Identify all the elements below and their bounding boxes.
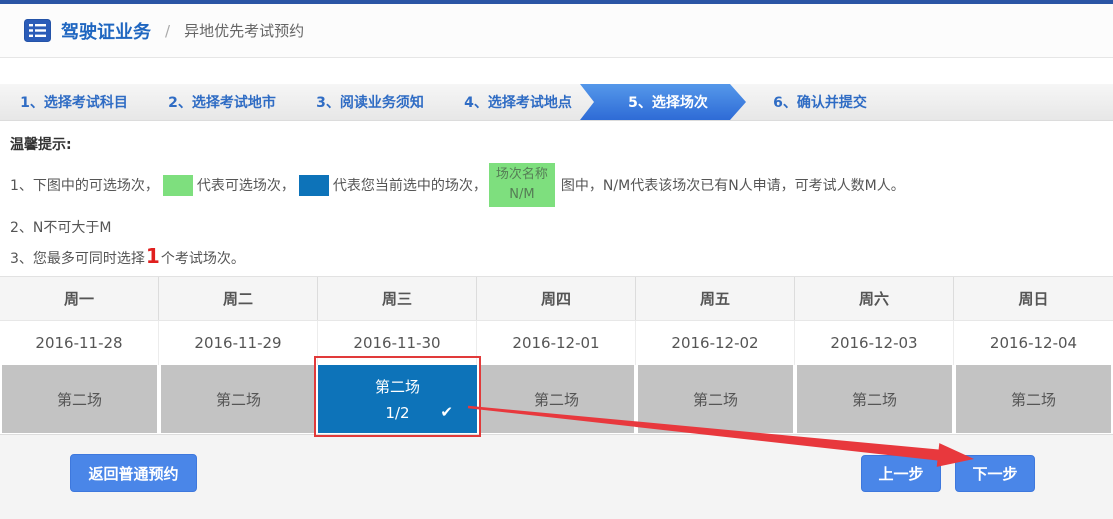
session-schedule-table: 周一 周二 周三 周四 周五 周六 周日 2016-11-28 2016-11-… [0, 276, 1113, 433]
session-cell-tue: 第二场 [159, 365, 318, 433]
tip3-text-b: 个考试场次。 [161, 248, 245, 268]
max-select-count: 1 [145, 246, 161, 266]
step-tab-4[interactable]: 4、选择考试地点 [444, 84, 592, 120]
session-cell-mon: 第二场 [0, 365, 159, 433]
tip1-text-b: 代表可选场次， [197, 175, 295, 195]
session-cell-fri: 第二场 [636, 365, 795, 433]
selected-session-name: 第二场 [375, 376, 420, 397]
back-to-normal-booking-button[interactable]: 返回普通预约 [70, 454, 197, 492]
session-cell-thu: 第二场 [477, 365, 636, 433]
step-tab-1[interactable]: 1、选择考试科目 [0, 84, 148, 120]
date-cell: 2016-11-30 [318, 321, 477, 365]
check-icon: ✔ [440, 403, 453, 421]
sample-session-name: 场次名称 [496, 165, 548, 185]
selected-session-ratio: 1/2 [385, 404, 409, 422]
session-row: 第二场 第二场 第二场 1/2 ✔ 第二场 第二场 第二场 第二场 [0, 365, 1113, 433]
previous-step-button[interactable]: 上一步 [861, 455, 941, 492]
session-option[interactable]: 第二场 [161, 365, 316, 433]
session-sample-box: 场次名称 N/M [489, 163, 555, 207]
session-option[interactable]: 第二场 [956, 365, 1111, 433]
weekday-header: 周三 [318, 277, 477, 320]
tip1-text-a: 1、下图中的可选场次， [10, 175, 159, 195]
step-tab-6[interactable]: 6、确认并提交 [746, 84, 894, 120]
weekday-header: 周一 [0, 277, 159, 320]
session-cell-sun: 第二场 [954, 365, 1113, 433]
breadcrumb-separator: / [165, 22, 170, 40]
page-header: 驾驶证业务 / 异地优先考试预约 [0, 4, 1113, 58]
date-cell: 2016-12-03 [795, 321, 954, 365]
session-option[interactable]: 第二场 [2, 365, 157, 433]
spacer [0, 58, 1113, 84]
tips-heading: 温馨提示: [10, 134, 1103, 154]
weekday-header: 周五 [636, 277, 795, 320]
tip1-text-d: 图中，N/M代表该场次已有N人申请，可考试人数M人。 [561, 175, 905, 195]
tip3-text-a: 3、您最多可同时选择 [10, 248, 145, 268]
weekday-header-row: 周一 周二 周三 周四 周五 周六 周日 [0, 276, 1113, 321]
tip-line-3: 3、您最多可同时选择 1 个考试场次。 [10, 246, 1103, 268]
session-option[interactable]: 第二场 [479, 365, 634, 433]
tip1-text-c: 代表您当前选中的场次， [333, 175, 487, 195]
tip-line-2: 2、N不可大于M [10, 217, 1103, 237]
step-tab-5-active[interactable]: 5、选择场次 [580, 84, 746, 120]
date-cell: 2016-11-29 [159, 321, 318, 365]
step-progress-bar: 1、选择考试科目 2、选择考试地市 3、阅读业务须知 4、选择考试地点 5、选择… [0, 84, 1113, 121]
weekday-header: 周二 [159, 277, 318, 320]
selected-session-swatch [299, 175, 329, 196]
step-tab-2[interactable]: 2、选择考试地市 [148, 84, 296, 120]
date-row: 2016-11-28 2016-11-29 2016-11-30 2016-12… [0, 321, 1113, 365]
breadcrumb-section[interactable]: 驾驶证业务 [61, 18, 151, 44]
weekday-header: 周日 [954, 277, 1113, 320]
date-cell: 2016-12-02 [636, 321, 795, 365]
tips-section: 温馨提示: 1、下图中的可选场次， 代表可选场次， 代表您当前选中的场次， 场次… [0, 121, 1113, 268]
session-cell-wed-selected: 第二场 1/2 ✔ [318, 365, 477, 433]
date-cell: 2016-12-01 [477, 321, 636, 365]
weekday-header: 周四 [477, 277, 636, 320]
session-option[interactable]: 第二场 [797, 365, 952, 433]
tip-line-1: 1、下图中的可选场次， 代表可选场次， 代表您当前选中的场次， 场次名称 N/M… [10, 163, 1103, 207]
list-icon [24, 19, 51, 42]
breadcrumb-page-title: 异地优先考试预约 [184, 20, 304, 41]
action-footer: 返回普通预约 上一步 下一步 [0, 434, 1113, 519]
weekday-header: 周六 [795, 277, 954, 320]
nav-button-group: 上一步 下一步 [861, 455, 1035, 492]
session-option[interactable]: 第二场 [638, 365, 793, 433]
selected-session-option[interactable]: 第二场 1/2 ✔ [318, 365, 477, 433]
sample-session-ratio: N/M [509, 185, 534, 205]
date-cell: 2016-11-28 [0, 321, 159, 365]
next-step-button[interactable]: 下一步 [955, 455, 1035, 492]
date-cell: 2016-12-04 [954, 321, 1113, 365]
session-cell-sat: 第二场 [795, 365, 954, 433]
step-tab-3[interactable]: 3、阅读业务须知 [296, 84, 444, 120]
available-session-swatch [163, 175, 193, 196]
